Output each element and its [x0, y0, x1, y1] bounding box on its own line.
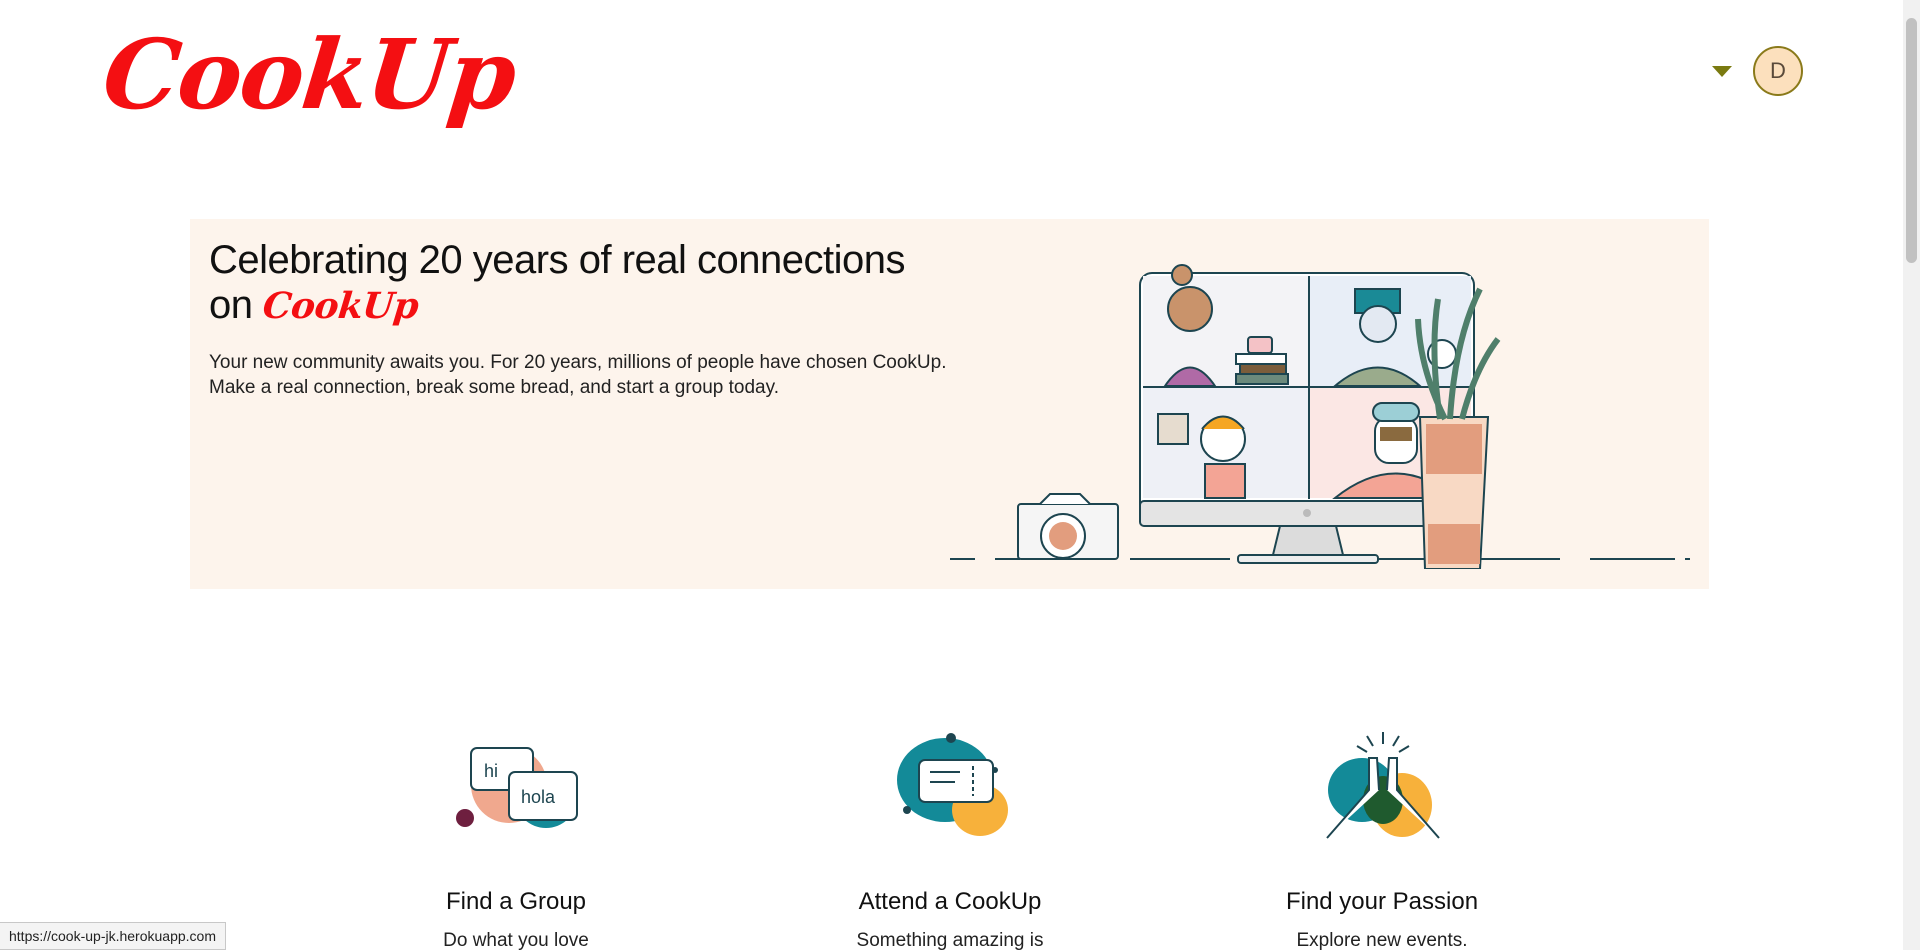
feature-title: Find your Passion [1285, 888, 1479, 915]
cookup-logo[interactable]: CookUp [98, 18, 520, 131]
hero-description: Your new community awaits you. For 20 ye… [209, 352, 947, 398]
svg-text:hi: hi [484, 761, 498, 781]
hero-title-line: Celebrating 20 years of real connections [209, 238, 905, 282]
svg-text:hola: hola [521, 787, 556, 807]
status-bar-url: https://cook-up-jk.herokuapp.com [0, 922, 226, 950]
avatar-initial: D [1770, 58, 1786, 83]
chat-bubbles-icon: hi hola [456, 747, 578, 828]
user-menu[interactable]: D [1712, 46, 1803, 96]
hero-title-on: on [209, 283, 253, 327]
hero-title: Celebrating 20 years of real connections… [209, 238, 969, 329]
feature-title: Attend a CookUp [858, 888, 1042, 915]
page-scrollbar[interactable] [1903, 0, 1920, 950]
feature-description: Something amazing is [856, 930, 1044, 951]
feature-title: Find a Group [445, 888, 587, 915]
feature-description: Do what you love [443, 930, 589, 951]
hero-title-brand: CookUp [260, 285, 421, 327]
high-five-icon [1326, 732, 1440, 839]
dropdown-caret-icon[interactable] [1712, 65, 1732, 77]
feature-description: Explore new events. [1296, 930, 1468, 951]
hero-banner: Celebrating 20 years of real connections… [190, 219, 1709, 589]
user-avatar[interactable]: D [1753, 46, 1803, 96]
scrollbar-thumb[interactable] [1906, 18, 1917, 263]
video-call-illustration [950, 264, 1690, 569]
ticket-icon [897, 733, 1008, 836]
